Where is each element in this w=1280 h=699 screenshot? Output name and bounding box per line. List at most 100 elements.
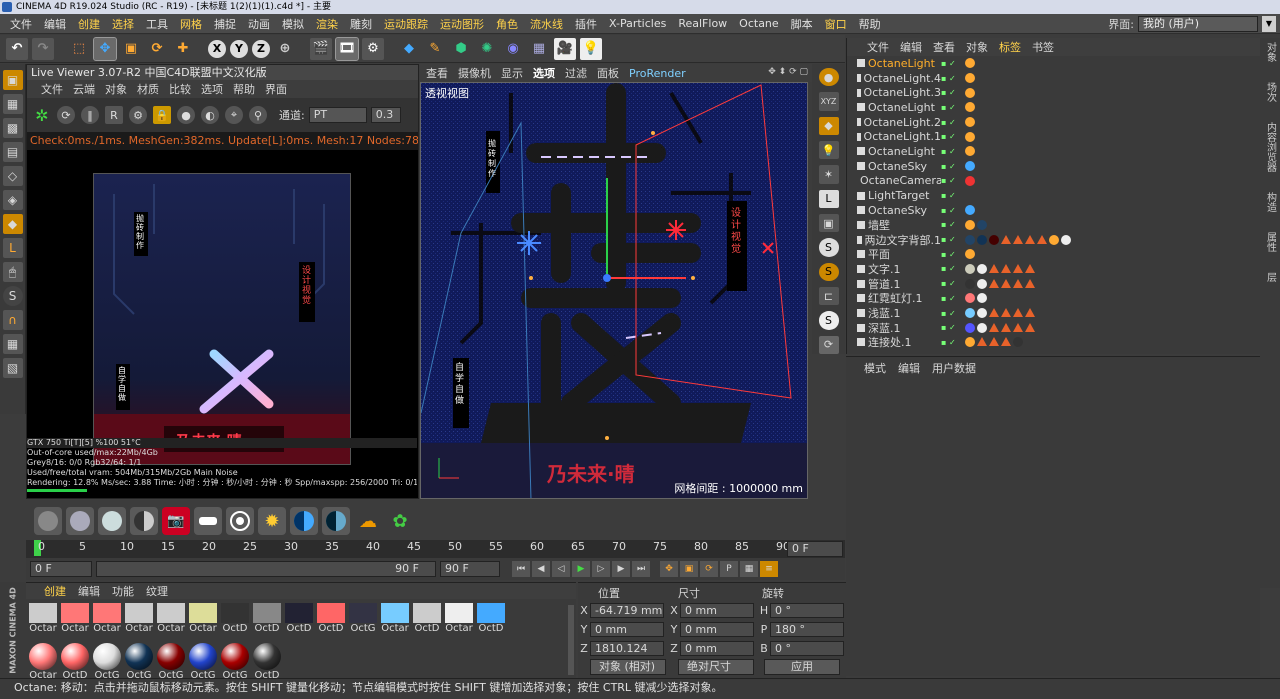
live-viewer-menu-item[interactable]: 材质 — [137, 81, 159, 97]
viewport-menu-item[interactable]: 面板 — [597, 65, 619, 81]
perspective-viewport[interactable]: 透视视图 抛砖制作 设计视觉 自学自做 乃未来·晴 网格间距 : 1000000… — [420, 82, 808, 499]
visibility-flags-icon[interactable]: ▪ ✓ — [941, 162, 965, 171]
channel-value-field[interactable]: 0.3 — [370, 107, 401, 123]
material-swatch[interactable]: Octar — [28, 603, 58, 641]
material-tag-icon[interactable] — [965, 102, 975, 113]
material-tag-icon[interactable] — [965, 117, 975, 128]
object-manager-menu-item[interactable]: 书签 — [1032, 39, 1054, 55]
next-frame-icon[interactable]: ▷ — [592, 561, 610, 577]
visibility-flags-icon[interactable]: ▪ ✓ — [941, 118, 965, 127]
subdivision-icon[interactable]: ⬢ — [450, 38, 472, 60]
material-swatch[interactable]: OctD — [252, 643, 282, 681]
visibility-flags-icon[interactable]: ▪ ✓ — [941, 206, 965, 215]
object-row[interactable]: 两边文字背部.1 ▪ ✓ — [847, 232, 1260, 247]
material-tag-icon[interactable] — [977, 278, 987, 289]
end-frame-field[interactable]: 90 F — [440, 561, 500, 577]
object-manager-menu-item[interactable]: 标签 — [999, 39, 1021, 55]
phong-tag-icon[interactable] — [1001, 337, 1011, 347]
figure-icon[interactable]: ✶ — [818, 165, 839, 184]
menu-item[interactable]: 选择 — [106, 16, 140, 32]
position-field[interactable]: 0 mm — [590, 621, 664, 637]
material-tag-icon[interactable] — [965, 58, 975, 69]
go-to-end-icon[interactable]: ⏭ — [632, 561, 650, 577]
quantize-icon[interactable]: ▦ — [2, 334, 23, 354]
scale-tool-icon[interactable]: ▣ — [120, 38, 142, 60]
material-tag-icon[interactable] — [977, 308, 987, 319]
material-tag-icon[interactable] — [965, 161, 975, 172]
timeline-ruler[interactable]: 0 5 10 15 20 25 30 35 40 45 50 55 60 65 70 75 80 85 90 0 F — [26, 540, 845, 558]
object-row[interactable]: OctaneLight ▪ ✓ — [847, 56, 1260, 71]
object-row[interactable]: OctaneLight.2 ▪ ✓ — [847, 115, 1260, 130]
previous-key-icon[interactable]: ◀ — [532, 561, 550, 577]
menu-item[interactable]: 运动跟踪 — [378, 16, 434, 32]
make-editable-icon[interactable]: ▣ — [2, 70, 23, 90]
magnet-icon[interactable]: ∩ — [2, 310, 23, 330]
live-viewer-menu-item[interactable]: 云端 — [73, 81, 95, 97]
phong-tag-icon[interactable] — [1001, 234, 1011, 244]
settings-gear-icon[interactable]: ⚙ — [129, 106, 147, 124]
material-swatch[interactable]: OctD — [412, 603, 442, 641]
chevron-down-icon[interactable]: ▼ — [1262, 16, 1276, 32]
octane-camera-icon[interactable]: 📷 — [162, 507, 190, 535]
visibility-flags-icon[interactable]: ▪ ✓ — [941, 88, 965, 97]
menu-item[interactable]: 工具 — [140, 16, 174, 32]
target-light-icon[interactable] — [226, 507, 254, 535]
texture-environment-icon[interactable] — [322, 507, 350, 535]
position-field[interactable]: -64.719 mm — [590, 602, 664, 618]
coordinate-mode-dropdown[interactable]: 对象 (相对) — [590, 659, 666, 675]
side-tab[interactable]: 属性 — [1263, 232, 1278, 252]
material-menu-item[interactable]: 编辑 — [78, 583, 100, 599]
material-swatch[interactable]: Octar — [380, 603, 410, 641]
position-field[interactable]: 1810.124 mm — [590, 640, 664, 668]
object-row[interactable]: OctaneLight.4 ▪ ✓ — [847, 71, 1260, 86]
object-row[interactable]: LightTarget ▪ ✓ — [847, 188, 1260, 203]
material-tag-icon[interactable] — [1013, 337, 1023, 348]
menu-item[interactable]: RealFlow — [672, 17, 733, 30]
object-row[interactable]: 浅蓝.1 ▪ ✓ — [847, 306, 1260, 321]
send-scene-icon[interactable]: ✲ — [33, 106, 51, 125]
timeline-menu-icon[interactable]: ≡ — [760, 561, 778, 577]
object-row[interactable]: 平面 ▪ ✓ — [847, 247, 1260, 262]
phong-tag-icon[interactable] — [1025, 234, 1035, 244]
material-scrollbar[interactable] — [568, 605, 574, 675]
rendered-image[interactable]: 抛砖制作 设计视觉 自学自做 乃未来·晴 — [93, 173, 351, 465]
side-tab[interactable]: 构造 — [1263, 192, 1278, 212]
material-swatch[interactable]: Octar — [124, 603, 154, 641]
material-tag-icon[interactable] — [965, 263, 975, 274]
visibility-flags-icon[interactable]: ▪ ✓ — [941, 264, 965, 273]
recent-tool-icon[interactable]: ✚ — [172, 38, 194, 60]
material-tag-icon[interactable] — [965, 175, 975, 186]
phong-tag-icon[interactable] — [1001, 278, 1011, 288]
object-row[interactable]: 管道.1 ▪ ✓ — [847, 276, 1260, 291]
texture-mode-icon[interactable]: ▩ — [2, 118, 23, 138]
object-row[interactable]: OctaneLight ▪ ✓ — [847, 100, 1260, 115]
workplane-lock-icon[interactable]: ▧ — [2, 358, 23, 378]
size-mode-dropdown[interactable]: 绝对尺寸 — [678, 659, 754, 675]
material-swatch[interactable]: OctD — [284, 603, 314, 641]
menu-item[interactable]: X-Particles — [603, 17, 672, 30]
object-row[interactable]: 红霓虹灯.1 ▪ ✓ — [847, 291, 1260, 306]
hierarchy-icon[interactable]: ⊏ — [818, 286, 839, 306]
go-to-start-icon[interactable]: ⏮ — [512, 561, 530, 577]
model-mode-icon[interactable]: ▦ — [2, 94, 23, 114]
visibility-flags-icon[interactable]: ▪ ✓ — [941, 103, 965, 112]
snap-icon[interactable]: S — [2, 286, 23, 306]
previous-frame-icon[interactable]: ◁ — [552, 561, 570, 577]
phong-tag-icon[interactable] — [1013, 308, 1023, 318]
frame-range-slider[interactable]: 90 F — [96, 561, 436, 577]
material-menu-item[interactable]: 纹理 — [146, 583, 168, 599]
material-tag-icon[interactable] — [965, 131, 975, 142]
render-picture-viewer-icon[interactable]: 🎞 — [335, 36, 359, 61]
material-tag-icon[interactable] — [965, 249, 975, 260]
octane-s-white-icon[interactable]: S — [818, 311, 839, 330]
material-swatch[interactable]: OctG — [124, 643, 154, 681]
object-row[interactable]: 连接处.1 ▪ ✓ — [847, 335, 1260, 350]
object-manager-menu-item[interactable]: 对象 — [966, 39, 988, 55]
visibility-flags-icon[interactable]: ▪ ✓ — [941, 279, 965, 288]
object-row[interactable]: OctaneSky ▪ ✓ — [847, 159, 1260, 174]
live-selection-icon[interactable]: ⬚ — [68, 38, 90, 60]
floor-icon[interactable]: ▦ — [528, 38, 550, 60]
move-tool-icon[interactable]: ✥ — [93, 36, 117, 61]
attribute-menu-item[interactable]: 用户数据 — [932, 360, 976, 376]
menu-item[interactable]: 创建 — [72, 16, 106, 32]
